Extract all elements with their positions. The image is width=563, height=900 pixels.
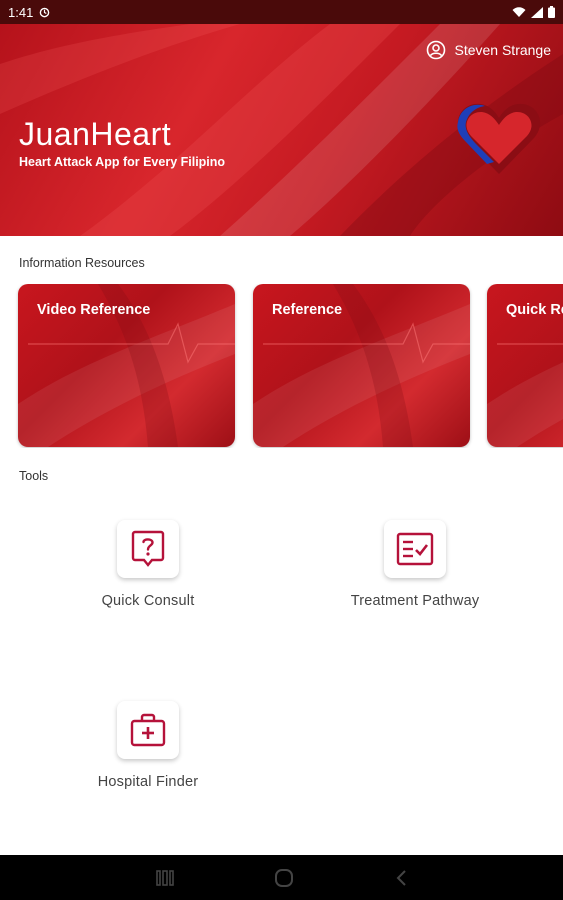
- resource-card-reference[interactable]: Reference: [253, 284, 470, 447]
- tool-icon-tile[interactable]: [117, 701, 179, 759]
- hero-header: Steven Strange JuanHeart Heart Attack Ap…: [0, 24, 563, 236]
- medical-kit-icon: [130, 713, 166, 747]
- section-label-tools: Tools: [19, 469, 49, 483]
- app-subtitle: Heart Attack App for Every Filipino: [19, 155, 226, 169]
- tool-quick-consult[interactable]: Quick Consult: [48, 520, 248, 609]
- checklist-icon: [396, 532, 434, 566]
- back-icon[interactable]: [394, 869, 408, 887]
- battery-icon: [548, 6, 555, 18]
- heart-logo-icon: [457, 103, 541, 174]
- information-resources-carousel[interactable]: Video Reference Reference Quick Re: [0, 284, 563, 448]
- navigation-bar: [0, 855, 563, 900]
- tool-label: Quick Consult: [101, 593, 195, 609]
- tool-icon-tile[interactable]: [117, 520, 179, 578]
- tool-treatment-pathway[interactable]: Treatment Pathway: [315, 520, 515, 609]
- account-circle-icon: [427, 40, 446, 60]
- card-title: Quick Re: [506, 302, 563, 318]
- section-label-information-resources: Information Resources: [19, 256, 145, 270]
- recent-apps-icon[interactable]: [155, 869, 174, 886]
- sync-icon: [40, 7, 50, 17]
- signal-icon: [531, 6, 543, 18]
- resource-card-quick-reference[interactable]: Quick Re: [487, 284, 563, 447]
- user-name: Steven Strange: [454, 42, 551, 58]
- tool-icon-tile[interactable]: [384, 520, 446, 578]
- card-title: Video Reference: [37, 302, 151, 318]
- tool-label: Treatment Pathway: [350, 593, 480, 609]
- app-title: JuanHeart: [19, 116, 172, 152]
- user-profile[interactable]: Steven Strange: [426, 40, 551, 60]
- question-bubble-icon: [131, 530, 165, 567]
- tool-hospital-finder[interactable]: Hospital Finder: [48, 701, 248, 790]
- home-icon[interactable]: [274, 868, 294, 888]
- card-title: Reference: [272, 302, 343, 318]
- resource-card-video-reference[interactable]: Video Reference: [18, 284, 235, 447]
- tool-label: Hospital Finder: [97, 774, 199, 790]
- status-time: 1:41: [8, 4, 34, 20]
- wifi-icon: [512, 6, 526, 17]
- status-bar: 1:41: [0, 0, 563, 24]
